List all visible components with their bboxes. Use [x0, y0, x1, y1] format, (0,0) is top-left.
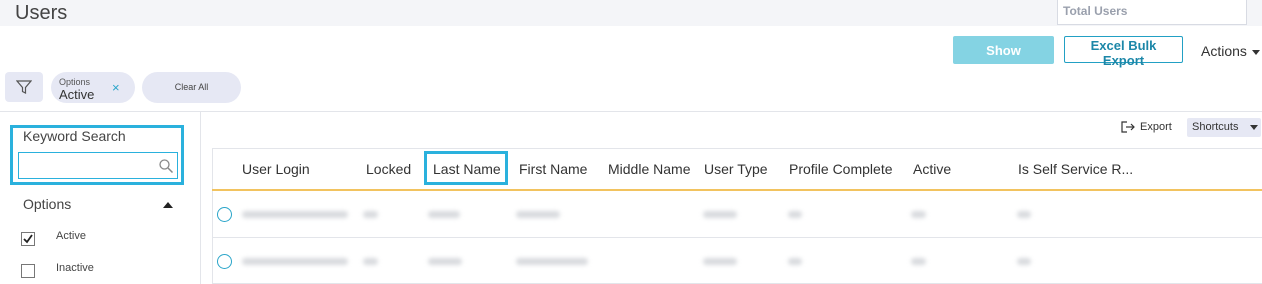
- redacted-cell: [788, 211, 802, 218]
- caret-down-icon: [1251, 49, 1260, 55]
- redacted-cell: [911, 211, 926, 218]
- option-label-inactive: Inactive: [56, 262, 94, 274]
- column-header-user-type[interactable]: User Type: [704, 161, 768, 177]
- column-header-active[interactable]: Active: [913, 161, 951, 177]
- redacted-cell: [788, 258, 802, 265]
- redacted-cell: [1017, 211, 1031, 218]
- option-label-active: Active: [56, 230, 86, 242]
- redacted-cell: [703, 258, 737, 265]
- page-title: Users: [15, 2, 68, 24]
- shortcuts-dropdown[interactable]: Shortcuts: [1187, 118, 1261, 137]
- keyword-search-input[interactable]: [18, 152, 178, 179]
- row-select-radio[interactable]: [217, 207, 232, 222]
- column-header-self-service[interactable]: Is Self Service R...: [1018, 161, 1133, 177]
- redacted-cell: [363, 211, 378, 218]
- redacted-cell: [242, 211, 348, 218]
- redacted-cell: [1017, 258, 1031, 265]
- redacted-cell: [516, 258, 588, 265]
- column-header-middle-name[interactable]: Middle Name: [608, 161, 690, 177]
- close-icon[interactable]: ×: [112, 80, 120, 95]
- collapse-caret-icon[interactable]: [163, 202, 173, 208]
- search-icon: [159, 159, 174, 174]
- redacted-cell: [703, 211, 737, 218]
- export-arrow-icon: [1121, 121, 1135, 133]
- export-label: Export: [1140, 121, 1172, 133]
- column-header-user-login[interactable]: User Login: [242, 161, 310, 177]
- actions-menu[interactable]: Actions: [1201, 43, 1260, 59]
- total-users-label: Total Users: [1063, 4, 1128, 18]
- checkmark-icon: [23, 234, 33, 244]
- total-users-box: Total Users: [1057, 0, 1247, 25]
- export-button[interactable]: Export: [1121, 121, 1172, 133]
- checkbox-inactive[interactable]: [21, 264, 35, 278]
- funnel-icon: [16, 80, 32, 94]
- excel-bulk-export-button[interactable]: Excel Bulk Export: [1064, 36, 1183, 68]
- options-section-title[interactable]: Options: [23, 196, 71, 212]
- column-header-profile-complete[interactable]: Profile Complete: [789, 161, 893, 177]
- show-button[interactable]: Show: [953, 36, 1054, 64]
- redacted-cell: [363, 258, 378, 265]
- page-header: Users Total Users: [0, 0, 1262, 26]
- shortcuts-label: Shortcuts: [1192, 121, 1239, 133]
- row-select-radio[interactable]: [217, 254, 232, 269]
- caret-down-icon: [1250, 125, 1258, 130]
- divider: [0, 111, 1262, 112]
- highlight-last-name-column: [424, 151, 508, 185]
- redacted-cell: [428, 211, 460, 218]
- header-underline: [212, 189, 1262, 191]
- row-divider: [212, 237, 1262, 238]
- redacted-cell: [911, 258, 926, 265]
- filter-toggle-button[interactable]: [5, 72, 43, 102]
- redacted-cell: [242, 258, 348, 265]
- redacted-cell: [516, 211, 560, 218]
- column-header-locked[interactable]: Locked: [366, 161, 411, 177]
- checkbox-active[interactable]: [21, 232, 35, 246]
- keyword-search-label: Keyword Search: [23, 128, 126, 144]
- actions-label: Actions: [1201, 43, 1247, 59]
- column-header-first-name[interactable]: First Name: [519, 161, 587, 177]
- redacted-cell: [428, 258, 462, 265]
- filter-chip-options[interactable]: Options Active ×: [51, 72, 135, 103]
- chip-value: Active: [59, 87, 95, 102]
- clear-all-button[interactable]: Clear All: [142, 72, 241, 103]
- sidebar-divider: [200, 112, 201, 284]
- chip-label: Options: [59, 77, 91, 87]
